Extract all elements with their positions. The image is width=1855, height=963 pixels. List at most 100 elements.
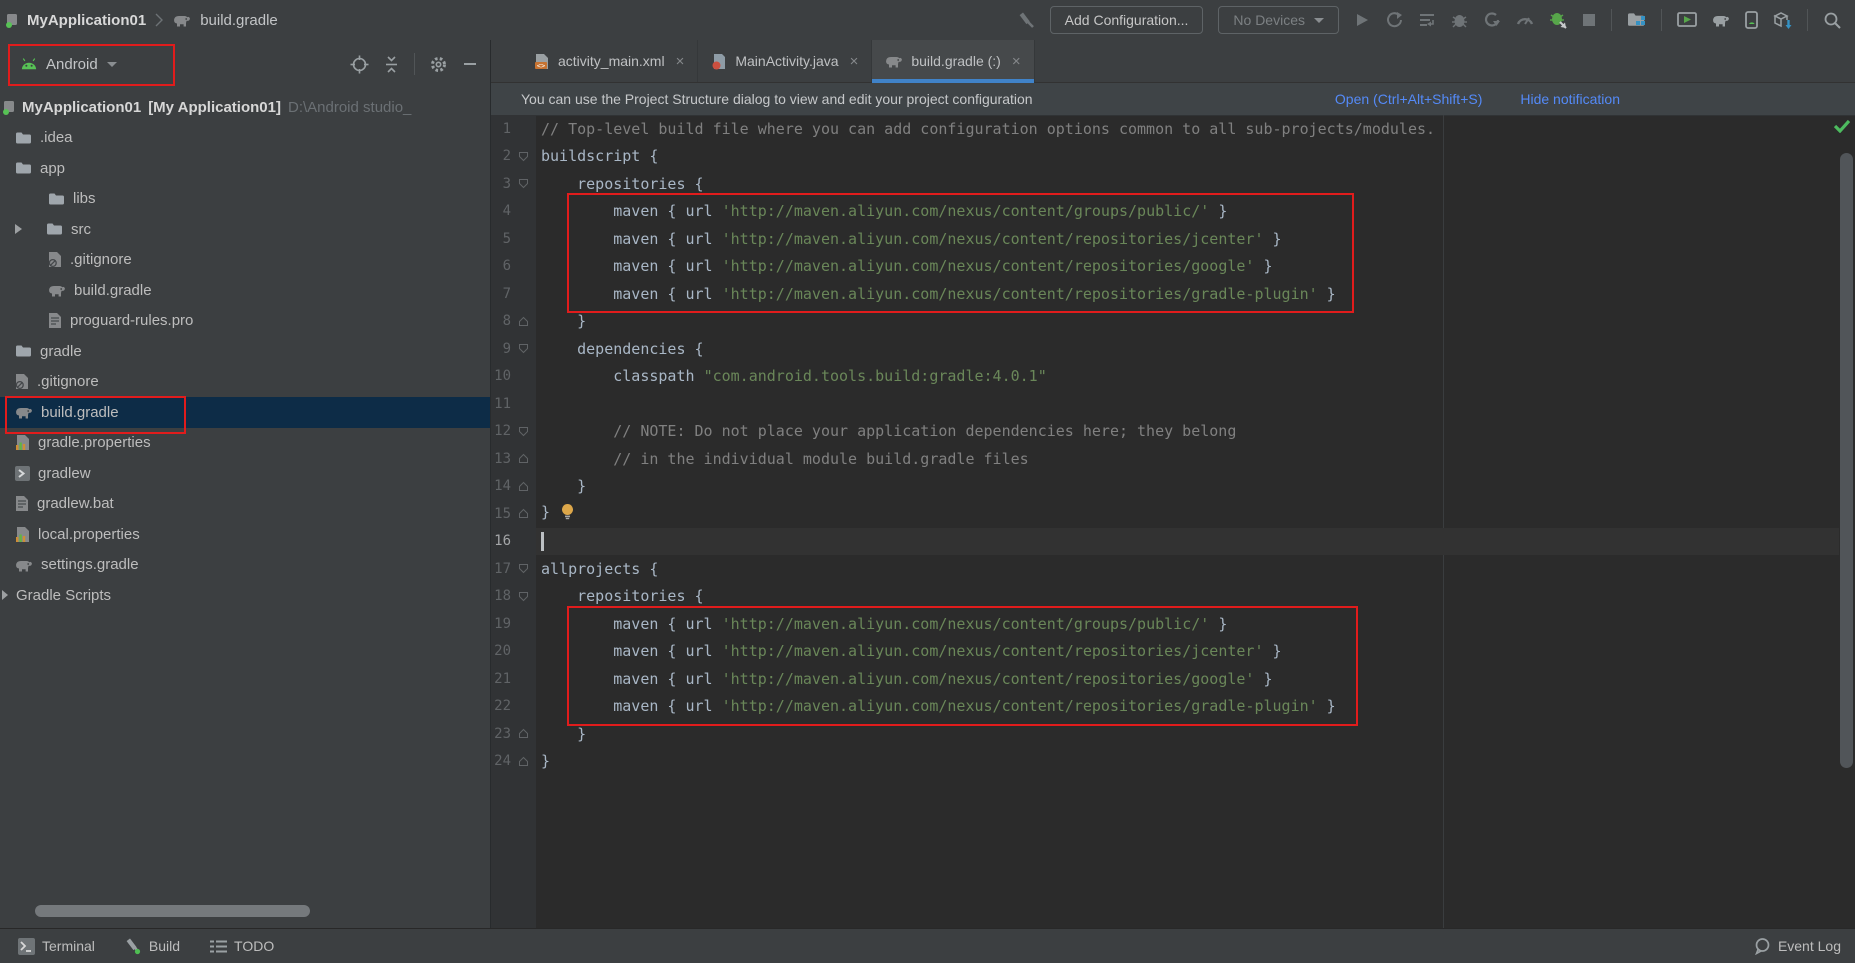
tree-item-app[interactable]: app: [0, 153, 490, 184]
rerun-icon[interactable]: [1385, 11, 1403, 29]
code-line-16[interactable]: 16: [491, 528, 1855, 556]
code-text[interactable]: // NOTE: Do not place your application d…: [541, 422, 1236, 440]
code-text[interactable]: }: [541, 477, 586, 495]
code-line-24[interactable]: 24}: [491, 748, 1855, 776]
tree-item-libs[interactable]: libs: [0, 184, 490, 215]
vertical-scrollbar[interactable]: [1840, 153, 1853, 768]
close-icon[interactable]: ×: [1012, 53, 1021, 70]
code-text[interactable]: dependencies {: [541, 340, 704, 358]
chevron-down-icon[interactable]: [107, 62, 117, 67]
tree-item-local-properties[interactable]: local.properties: [0, 519, 490, 550]
fold-marker-icon[interactable]: [511, 591, 536, 602]
fold-marker-icon[interactable]: [511, 563, 536, 574]
event-log-button[interactable]: Event Log: [1753, 937, 1841, 955]
inspection-ok-icon[interactable]: [1834, 119, 1850, 138]
code-text[interactable]: maven { url 'http://maven.aliyun.com/nex…: [541, 642, 1282, 660]
code-line-13[interactable]: 13 // in the individual module build.gra…: [491, 445, 1855, 473]
hide-notification-link[interactable]: Hide notification: [1520, 91, 1620, 107]
code-line-7[interactable]: 7 maven { url 'http://maven.aliyun.com/n…: [491, 280, 1855, 308]
code-text[interactable]: maven { url 'http://maven.aliyun.com/nex…: [541, 615, 1227, 633]
search-icon[interactable]: [1823, 11, 1841, 29]
tree-item-build-gradle[interactable]: build.gradle: [0, 397, 490, 428]
tree-item--gitignore[interactable]: .gitignore: [0, 367, 490, 398]
fold-marker-icon[interactable]: [511, 756, 536, 767]
tree-item-proguard-rules-pro[interactable]: proguard-rules.pro: [0, 306, 490, 337]
fold-marker-icon[interactable]: [511, 508, 536, 519]
tree-item-gradlew[interactable]: gradlew: [0, 458, 490, 489]
tree-item--idea[interactable]: .idea: [0, 123, 490, 154]
gear-icon[interactable]: [429, 55, 448, 74]
code-text[interactable]: [541, 532, 544, 551]
expand-chevron-icon[interactable]: [2, 590, 8, 600]
project-view-mode[interactable]: Android: [46, 56, 98, 73]
code-line-3[interactable]: 3 repositories {: [491, 170, 1855, 198]
code-line-23[interactable]: 23 }: [491, 720, 1855, 748]
minimize-icon[interactable]: [462, 56, 478, 72]
code-line-15[interactable]: 15}: [491, 500, 1855, 528]
fold-marker-icon[interactable]: [511, 426, 536, 437]
code-line-12[interactable]: 12 // NOTE: Do not place your applicatio…: [491, 418, 1855, 446]
code-line-5[interactable]: 5 maven { url 'http://maven.aliyun.com/n…: [491, 225, 1855, 253]
code-text[interactable]: allprojects {: [541, 560, 658, 578]
code-text[interactable]: buildscript {: [541, 147, 658, 165]
fold-marker-icon[interactable]: [511, 316, 536, 327]
code-line-1[interactable]: 1// Top-level build file where you can a…: [491, 115, 1855, 143]
build-hammer-icon[interactable]: [1017, 11, 1035, 29]
code-text[interactable]: repositories {: [541, 587, 704, 605]
avd-manager-icon[interactable]: [1677, 12, 1697, 28]
code-line-11[interactable]: 11: [491, 390, 1855, 418]
breadcrumb-file[interactable]: build.gradle: [200, 12, 278, 29]
locate-icon[interactable]: [350, 55, 369, 74]
device-manager-icon[interactable]: [1745, 11, 1758, 29]
code-line-20[interactable]: 20 maven { url 'http://maven.aliyun.com/…: [491, 638, 1855, 666]
code-text[interactable]: }: [541, 503, 575, 524]
tree-item-gradlew-bat[interactable]: gradlew.bat: [0, 489, 490, 520]
project-structure-icon[interactable]: [1627, 12, 1646, 28]
code-line-8[interactable]: 8 }: [491, 308, 1855, 336]
code-text[interactable]: maven { url 'http://maven.aliyun.com/nex…: [541, 697, 1336, 715]
toolwindow-todo[interactable]: TODO: [210, 938, 274, 954]
fold-marker-icon[interactable]: [511, 178, 536, 189]
sdk-manager-icon[interactable]: [1773, 11, 1792, 29]
open-project-structure-link[interactable]: Open (Ctrl+Alt+Shift+S): [1335, 91, 1482, 107]
run-icon[interactable]: [1354, 12, 1370, 28]
code-text[interactable]: // Top-level build file where you can ad…: [541, 120, 1435, 138]
code-line-19[interactable]: 19 maven { url 'http://maven.aliyun.com/…: [491, 610, 1855, 638]
tab-mainactivity-java[interactable]: MainActivity.java ×: [698, 40, 872, 82]
code-line-10[interactable]: 10 classpath "com.android.tools.build:gr…: [491, 363, 1855, 391]
tree-item-gradle-scripts[interactable]: Gradle Scripts: [0, 580, 490, 611]
tree-item-gradle-properties[interactable]: gradle.properties: [0, 428, 490, 459]
device-selector[interactable]: No Devices: [1218, 6, 1339, 34]
tab-build-gradle[interactable]: build.gradle (:) ×: [872, 40, 1034, 82]
toolwindow-terminal[interactable]: Terminal: [18, 938, 95, 955]
profiler-icon[interactable]: [1516, 11, 1534, 29]
code-line-9[interactable]: 9 dependencies {: [491, 335, 1855, 363]
horizontal-scrollbar[interactable]: [35, 905, 310, 917]
collapse-all-icon[interactable]: [383, 56, 400, 73]
code-line-4[interactable]: 4 maven { url 'http://maven.aliyun.com/n…: [491, 198, 1855, 226]
fold-marker-icon[interactable]: [511, 453, 536, 464]
tree-item-build-gradle[interactable]: build.gradle: [0, 275, 490, 306]
code-line-21[interactable]: 21 maven { url 'http://maven.aliyun.com/…: [491, 665, 1855, 693]
breadcrumb-project[interactable]: MyApplication01: [27, 12, 146, 29]
code-text[interactable]: maven { url 'http://maven.aliyun.com/nex…: [541, 670, 1273, 688]
code-text[interactable]: // in the individual module build.gradle…: [541, 450, 1029, 468]
fold-marker-icon[interactable]: [511, 481, 536, 492]
debug-icon[interactable]: [1451, 12, 1468, 29]
code-text[interactable]: classpath "com.android.tools.build:gradl…: [541, 367, 1047, 385]
attach-debugger-icon[interactable]: [1549, 11, 1567, 29]
expand-chevron-icon[interactable]: [15, 224, 22, 234]
code-text[interactable]: repositories {: [541, 175, 704, 193]
tree-item-settings-gradle[interactable]: settings.gradle: [0, 550, 490, 581]
fold-marker-icon[interactable]: [511, 151, 536, 162]
code-text[interactable]: maven { url 'http://maven.aliyun.com/nex…: [541, 202, 1227, 220]
toolwindow-build[interactable]: Build: [125, 938, 180, 955]
close-icon[interactable]: ×: [850, 53, 859, 70]
tab-activity-main-xml[interactable]: <> activity_main.xml ×: [521, 40, 698, 82]
code-line-14[interactable]: 14 }: [491, 473, 1855, 501]
fold-marker-icon[interactable]: [511, 728, 536, 739]
tree-item-src[interactable]: src: [0, 214, 490, 245]
attach-process-icon[interactable]: [1483, 11, 1501, 29]
code-text[interactable]: }: [541, 312, 586, 330]
fold-marker-icon[interactable]: [511, 343, 536, 354]
